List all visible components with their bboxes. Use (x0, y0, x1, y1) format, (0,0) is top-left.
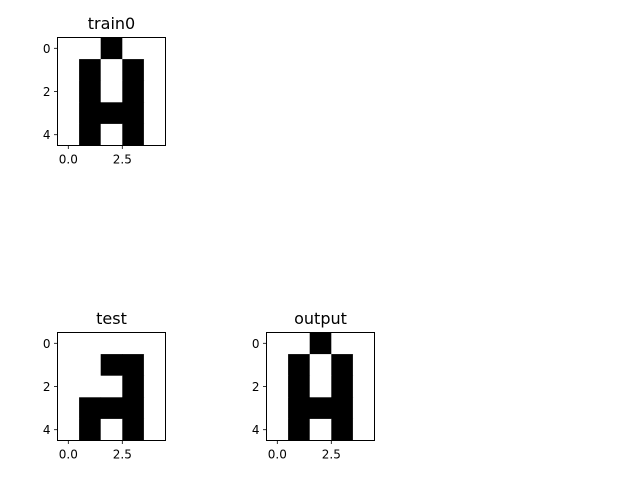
grid-cell (79, 418, 102, 441)
grid-cell (331, 354, 354, 377)
x-tick-label: 2.5 (322, 448, 341, 462)
grid-cell (143, 418, 166, 441)
grid-cell (122, 418, 145, 441)
grid-cell (79, 332, 102, 355)
grid-cell (331, 418, 354, 441)
grid-cell (143, 354, 166, 377)
grid-cell (79, 354, 102, 377)
grid-cell (331, 332, 354, 355)
y-tick-label: 4 (43, 423, 51, 437)
grid-cell (309, 375, 332, 398)
grid-cell (100, 59, 123, 82)
grid-cell (100, 397, 123, 420)
grid-cell (100, 354, 123, 377)
grid-cell (288, 375, 311, 398)
grid-cell (266, 354, 289, 377)
grid-cell (57, 397, 80, 420)
x-tick-label: 2.5 (113, 153, 132, 167)
grid-cell (57, 80, 80, 103)
grid-cell (79, 59, 102, 82)
grid-cell (100, 375, 123, 398)
grid-cell (266, 332, 289, 355)
grid-cell (122, 59, 145, 82)
grid-cell (309, 418, 332, 441)
grid-cell (288, 397, 311, 420)
y-tick-label: 4 (252, 423, 260, 437)
panel-title-test: test (96, 309, 127, 328)
grid-cell (143, 123, 166, 146)
grid-cell (57, 59, 80, 82)
grid-cell (352, 354, 375, 377)
grid-cell (100, 102, 123, 125)
panel-title-output: output (294, 309, 347, 328)
grid-cell (352, 397, 375, 420)
grid-cell (288, 354, 311, 377)
grid-cells-train0 (57, 37, 166, 146)
grid-cell (100, 123, 123, 146)
grid-cell (79, 80, 102, 103)
grid-cell (122, 80, 145, 103)
grid-cell (122, 37, 145, 60)
grid-cell (143, 102, 166, 125)
x-tick-label: 0.0 (59, 153, 78, 167)
grid-cell (331, 375, 354, 398)
grid-cells-output (266, 332, 375, 441)
grid-cell (122, 123, 145, 146)
grid-cell (352, 418, 375, 441)
grid-cell (122, 354, 145, 377)
grid-cell (57, 102, 80, 125)
grid-cell (309, 397, 332, 420)
figure: train0 0.0 2.5 0 2 4 test 0.0 2.5 0 2 4 output… (0, 0, 640, 480)
grid-cell (79, 375, 102, 398)
x-tick-label: 0.0 (268, 448, 287, 462)
grid-cell (143, 37, 166, 60)
grid-cell (143, 80, 166, 103)
grid-cell (266, 418, 289, 441)
y-tick-label: 2 (43, 85, 51, 99)
x-tick-label: 2.5 (113, 448, 132, 462)
y-tick-label: 0 (43, 337, 51, 351)
grid-cell (57, 375, 80, 398)
grid-cell (100, 332, 123, 355)
grid-cell (57, 123, 80, 146)
grid-cell (143, 397, 166, 420)
grid-cell (57, 354, 80, 377)
grid-cell (122, 102, 145, 125)
grid-cell (331, 397, 354, 420)
grid-cell (288, 418, 311, 441)
grid-cell (143, 375, 166, 398)
y-tick-label: 0 (252, 337, 260, 351)
y-tick-label: 4 (43, 128, 51, 142)
grid-cell (352, 375, 375, 398)
grid-cells-test (57, 332, 166, 441)
grid-cell (143, 332, 166, 355)
grid-cell (57, 332, 80, 355)
grid-cell (122, 397, 145, 420)
grid-cell (79, 102, 102, 125)
y-tick-label: 0 (43, 42, 51, 56)
grid-cell (143, 59, 166, 82)
grid-cell (122, 375, 145, 398)
grid-cell (79, 37, 102, 60)
y-tick-label: 2 (252, 380, 260, 394)
grid-cell (309, 354, 332, 377)
grid-cell (309, 332, 332, 355)
grid-cell (100, 418, 123, 441)
grid-cell (57, 37, 80, 60)
grid-cell (352, 332, 375, 355)
grid-cell (266, 397, 289, 420)
panel-title-train0: train0 (88, 14, 135, 33)
grid-cell (100, 80, 123, 103)
y-tick-label: 2 (43, 380, 51, 394)
grid-cell (57, 418, 80, 441)
grid-cell (288, 332, 311, 355)
grid-cell (79, 397, 102, 420)
grid-cell (79, 123, 102, 146)
grid-cell (122, 332, 145, 355)
grid-cell (266, 375, 289, 398)
grid-cell (100, 37, 123, 60)
x-tick-label: 0.0 (59, 448, 78, 462)
